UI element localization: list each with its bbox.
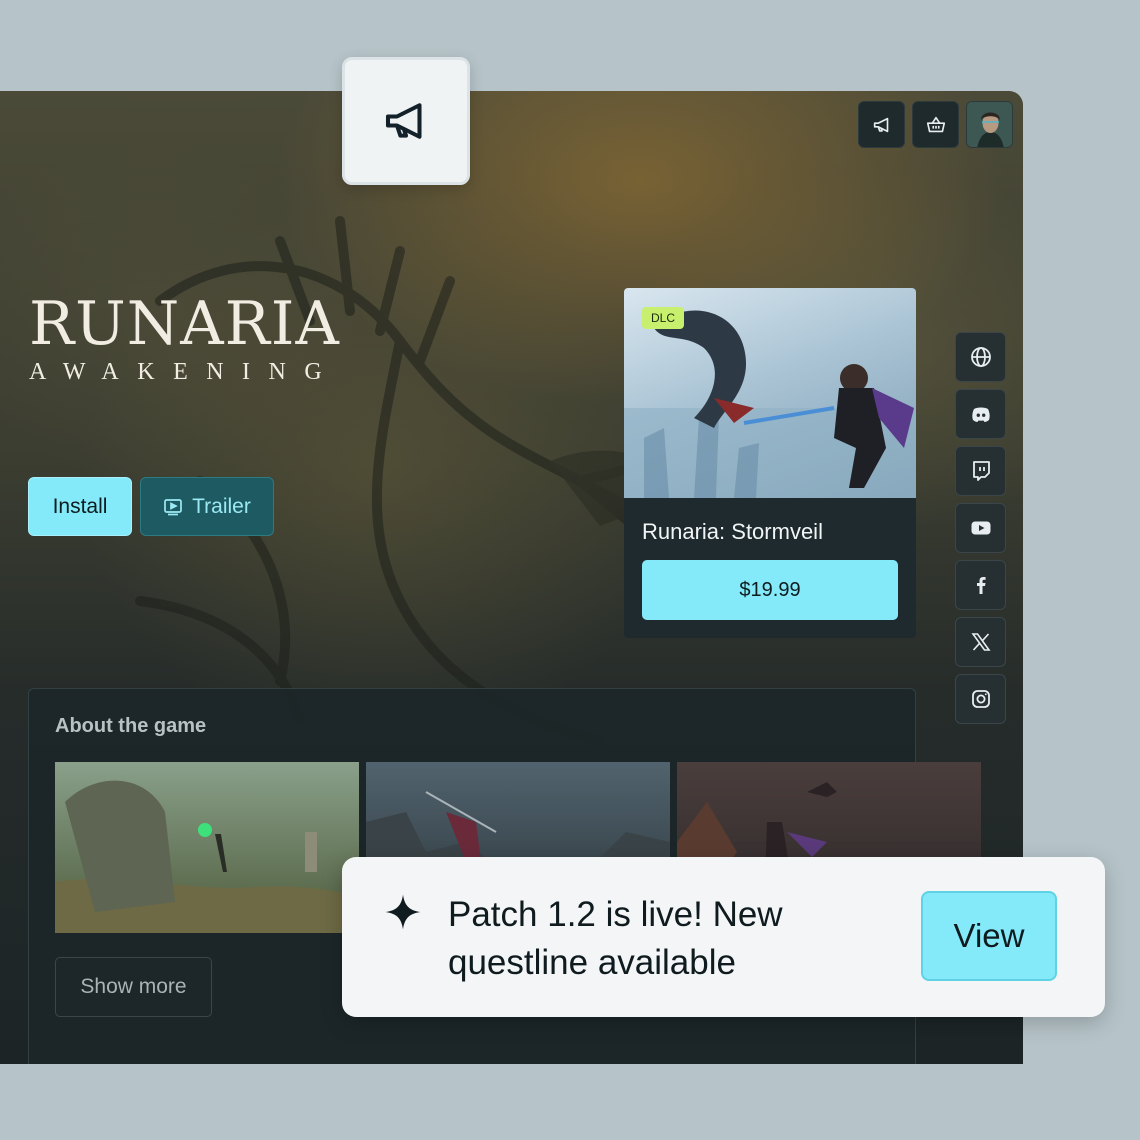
facebook-link[interactable] <box>955 560 1006 610</box>
megaphone-icon <box>385 103 422 139</box>
x-link[interactable] <box>955 617 1006 667</box>
screenshot-thumbnail[interactable] <box>55 762 359 933</box>
website-link[interactable] <box>955 332 1006 382</box>
show-more-button[interactable]: Show more <box>55 957 212 1017</box>
install-button[interactable]: Install <box>28 477 132 536</box>
game-logo-title: RUNARIA <box>29 289 340 359</box>
screenshot-image <box>55 762 359 933</box>
dlc-artwork: DLC <box>624 288 916 498</box>
game-logo-subtitle: AWAKENING <box>29 359 341 385</box>
instagram-link[interactable] <box>955 674 1006 724</box>
twitch-link[interactable] <box>955 446 1006 496</box>
globe-icon <box>970 347 991 367</box>
primary-actions: Install Trailer <box>28 477 274 536</box>
social-links <box>955 332 1006 724</box>
megaphone-icon <box>873 117 888 132</box>
game-logo: RUNARIA AWAKENING <box>29 291 340 386</box>
twitch-icon <box>972 461 990 481</box>
store-basket-button[interactable] <box>912 101 959 148</box>
announcements-button[interactable] <box>858 101 905 148</box>
facebook-icon <box>976 577 986 594</box>
trailer-button-label: Trailer <box>192 494 251 518</box>
avatar-portrait <box>967 102 1012 147</box>
dlc-card[interactable]: DLC Runaria: Stormveil $19.99 <box>624 288 916 638</box>
dlc-title: Runaria: Stormveil <box>642 519 823 544</box>
youtube-icon <box>971 521 990 535</box>
youtube-link[interactable] <box>955 503 1006 553</box>
discord-link[interactable] <box>955 389 1006 439</box>
view-button[interactable]: View <box>921 891 1057 981</box>
user-avatar[interactable] <box>966 101 1013 148</box>
x-icon <box>970 633 991 651</box>
instagram-icon <box>971 690 990 708</box>
discord-icon <box>971 407 990 422</box>
toast-message: Patch 1.2 is live! New questline availab… <box>448 895 783 982</box>
basket-icon <box>926 116 945 132</box>
patch-notification-toast: Patch 1.2 is live! New questline availab… <box>342 857 1105 1017</box>
about-title: About the game <box>55 715 207 737</box>
top-toolbar <box>858 101 1013 148</box>
trailer-button[interactable]: Trailer <box>140 477 274 536</box>
dlc-price-button[interactable]: $19.99 <box>642 560 898 620</box>
dlc-badge: DLC <box>642 307 685 329</box>
sparkle-icon <box>385 894 421 930</box>
play-video-icon <box>164 498 182 515</box>
announcement-feature-card <box>342 57 470 185</box>
